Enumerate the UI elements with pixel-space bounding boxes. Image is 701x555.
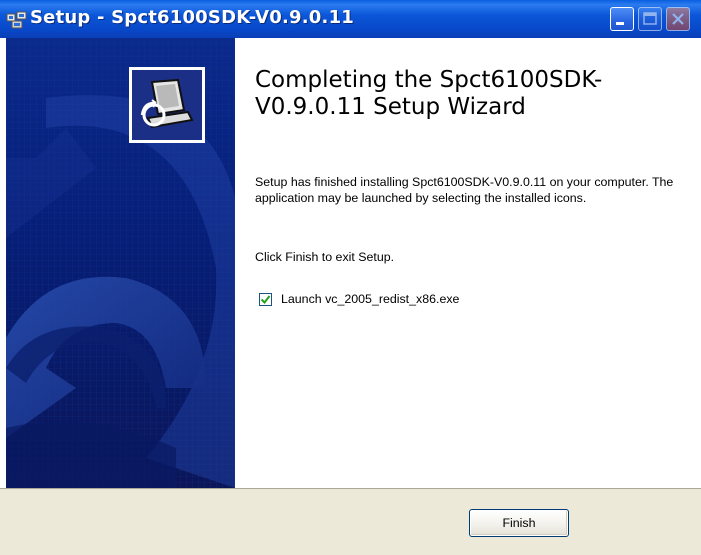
- maximize-icon: [643, 12, 657, 25]
- wizard-banner: [6, 38, 235, 488]
- launch-checkbox-label[interactable]: Launch vc_2005_redist_x86.exe: [281, 292, 459, 306]
- wizard-heading: Completing the Spct6100SDK-V0.9.0.11 Set…: [255, 67, 603, 120]
- close-icon: [672, 13, 684, 25]
- finish-button[interactable]: Finish: [469, 509, 569, 537]
- minimize-button[interactable]: [610, 7, 634, 31]
- setup-app-icon: [6, 11, 27, 29]
- checkmark-icon: [260, 294, 271, 304]
- minimize-icon: [616, 22, 624, 25]
- close-button[interactable]: [666, 7, 690, 31]
- title-bar: Setup - Spct6100SDK-V0.9.0.11: [0, 0, 701, 38]
- launch-checkbox[interactable]: [259, 292, 272, 306]
- button-bar: Finish: [0, 488, 701, 555]
- maximize-button[interactable]: [638, 7, 662, 31]
- launch-checkbox-row[interactable]: Launch vc_2005_redist_x86.exe: [259, 290, 459, 308]
- installer-computer-icon: [129, 67, 205, 143]
- install-complete-text: Setup has finished installing Spct6100SD…: [255, 175, 674, 205]
- wizard-content: Completing the Spct6100SDK-V0.9.0.11 Set…: [235, 38, 701, 488]
- exit-instructions-text: Click Finish to exit Setup.: [255, 250, 395, 264]
- window-title: Setup - Spct6100SDK-V0.9.0.11: [30, 7, 355, 28]
